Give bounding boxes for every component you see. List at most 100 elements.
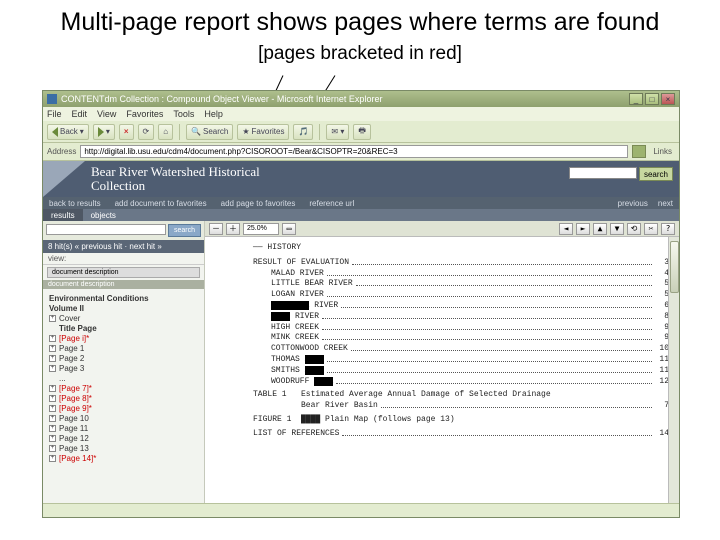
- menu-tools[interactable]: Tools: [173, 109, 194, 119]
- add-page-favorites-link[interactable]: add page to favorites: [221, 199, 296, 208]
- hits-row: 8 hit(s) « previous hit · next hit »: [43, 240, 204, 253]
- expand-icon[interactable]: +: [49, 355, 56, 362]
- back-button[interactable]: Back ▾: [47, 124, 89, 140]
- maximize-button[interactable]: □: [645, 93, 659, 105]
- zoom-level[interactable]: 25.0%: [243, 223, 279, 235]
- separator: [179, 124, 180, 140]
- expand-icon[interactable]: +: [49, 385, 56, 392]
- menu-favorites[interactable]: Favorites: [126, 109, 163, 119]
- back-label: Back: [60, 127, 78, 136]
- expand-icon[interactable]: +: [49, 425, 56, 432]
- tree-item[interactable]: +Page 13: [49, 443, 202, 453]
- clip-button[interactable]: ✂: [644, 223, 658, 235]
- menubar: File Edit View Favorites Tools Help: [43, 107, 679, 121]
- fit-button[interactable]: ▭: [282, 223, 296, 235]
- zoom-out-button[interactable]: －: [209, 223, 223, 235]
- tree-item[interactable]: +Cover: [49, 313, 202, 323]
- scrollbar-thumb[interactable]: [670, 241, 679, 293]
- links-label[interactable]: Links: [650, 147, 675, 156]
- expand-icon[interactable]: +: [49, 345, 56, 352]
- zoom-in-button[interactable]: ＋: [226, 223, 240, 235]
- forward-button[interactable]: ▾: [93, 124, 115, 140]
- volume-title-2: Volume II: [49, 303, 202, 313]
- tree-item[interactable]: +Page 2: [49, 353, 202, 363]
- expand-icon[interactable]: +: [49, 335, 56, 342]
- tree-item[interactable]: +Page 3: [49, 363, 202, 373]
- next-link[interactable]: next: [658, 199, 673, 208]
- stop-button[interactable]: ×: [119, 124, 134, 140]
- expand-icon[interactable]: +: [49, 415, 56, 422]
- expand-icon[interactable]: +: [49, 395, 56, 402]
- refresh-button[interactable]: ⟳: [138, 124, 155, 140]
- doc-line: XXXXXXXX RIVER6: [253, 301, 669, 312]
- rotate-button[interactable]: ⟲: [627, 223, 641, 235]
- menu-edit[interactable]: Edit: [72, 109, 88, 119]
- go-button[interactable]: [632, 145, 646, 158]
- search-button[interactable]: 🔍 Search: [186, 124, 233, 140]
- volume-title: Environmental Conditions: [49, 293, 202, 303]
- scrollbar-vertical[interactable]: [668, 237, 679, 517]
- tree-item[interactable]: +Page 11: [49, 423, 202, 433]
- tree-item[interactable]: +[Page 9]*: [49, 403, 202, 413]
- site-banner: Bear River Watershed Historical Collecti…: [43, 161, 679, 197]
- tree-item[interactable]: +[Page 8]*: [49, 393, 202, 403]
- banner-search-input[interactable]: [569, 167, 637, 179]
- site-title-l2: Collection: [91, 178, 145, 193]
- doc-entry: LITTLE BEAR RIVER: [271, 279, 353, 290]
- expand-icon[interactable]: +: [49, 315, 56, 322]
- tree-item[interactable]: +[Page 7]*: [49, 383, 202, 393]
- add-doc-favorites-link[interactable]: add document to favorites: [115, 199, 207, 208]
- tree-item[interactable]: +[Page 14]*: [49, 453, 202, 463]
- previous-link[interactable]: previous: [618, 199, 648, 208]
- left-search-button[interactable]: search: [168, 224, 201, 237]
- refresh-icon: ⟳: [143, 127, 150, 136]
- favorites-button[interactable]: ★ Favorites: [237, 124, 289, 140]
- address-input[interactable]: [80, 145, 628, 158]
- tree-item[interactable]: ...: [49, 373, 202, 383]
- banner-search-button[interactable]: search: [639, 167, 673, 181]
- doc-line: WOODRUFF XXXX12: [253, 377, 669, 388]
- tree-item[interactable]: +Page 10: [49, 413, 202, 423]
- home-button[interactable]: ⌂: [158, 124, 173, 140]
- view-dropdown[interactable]: document description: [47, 267, 200, 278]
- favorites-label: Favorites: [252, 127, 285, 136]
- pan-right-button[interactable]: ►: [576, 223, 590, 235]
- minimize-button[interactable]: _: [629, 93, 643, 105]
- document-page[interactable]: —— HISTORY RESULT OF EVALUATION3 MALAD R…: [205, 237, 679, 446]
- expand-icon[interactable]: +: [49, 365, 56, 372]
- menu-file[interactable]: File: [47, 109, 62, 119]
- left-search-input[interactable]: [46, 224, 166, 235]
- expand-icon[interactable]: +: [49, 455, 56, 462]
- tree-item-label: [Page 9]*: [59, 404, 92, 413]
- tree-item-label: Page 2: [59, 354, 84, 363]
- pan-down-button[interactable]: ▼: [610, 223, 624, 235]
- menu-view[interactable]: View: [97, 109, 116, 119]
- volume-title-l1: Environmental Conditions: [49, 294, 149, 303]
- pan-up-button[interactable]: ▲: [593, 223, 607, 235]
- expand-icon[interactable]: +: [49, 445, 56, 452]
- tree-item[interactable]: Title Page: [49, 323, 202, 333]
- tab-objects[interactable]: objects: [83, 211, 124, 220]
- document-viewer: － ＋ 25.0% ▭ ◄ ► ▲ ▼ ⟲ ✂ ? —— HIST: [205, 221, 679, 517]
- expand-icon[interactable]: +: [49, 435, 56, 442]
- tree-item[interactable]: +[Page i]*: [49, 333, 202, 343]
- site-title: Bear River Watershed Historical Collecti…: [91, 165, 260, 192]
- tree-header: document description: [43, 280, 204, 289]
- reference-url-link[interactable]: reference url: [309, 199, 354, 208]
- separator: [319, 124, 320, 140]
- tab-results[interactable]: results: [43, 209, 83, 221]
- leader-dots: [356, 279, 652, 286]
- tree-item[interactable]: +Page 12: [49, 433, 202, 443]
- menu-help[interactable]: Help: [204, 109, 223, 119]
- doc-line: HIGH CREEK9: [253, 323, 669, 334]
- heading-sub: [pages bracketed in red]: [258, 43, 462, 64]
- help-button[interactable]: ?: [661, 223, 675, 235]
- tree-item[interactable]: +Page 1: [49, 343, 202, 353]
- pan-left-button[interactable]: ◄: [559, 223, 573, 235]
- back-to-results-link[interactable]: back to results: [49, 199, 101, 208]
- print-button[interactable]: 🖶: [353, 124, 371, 140]
- media-button[interactable]: 🎵: [293, 124, 313, 140]
- mail-button[interactable]: ✉ ▾: [326, 124, 349, 140]
- expand-icon[interactable]: +: [49, 405, 56, 412]
- close-button[interactable]: ×: [661, 93, 675, 105]
